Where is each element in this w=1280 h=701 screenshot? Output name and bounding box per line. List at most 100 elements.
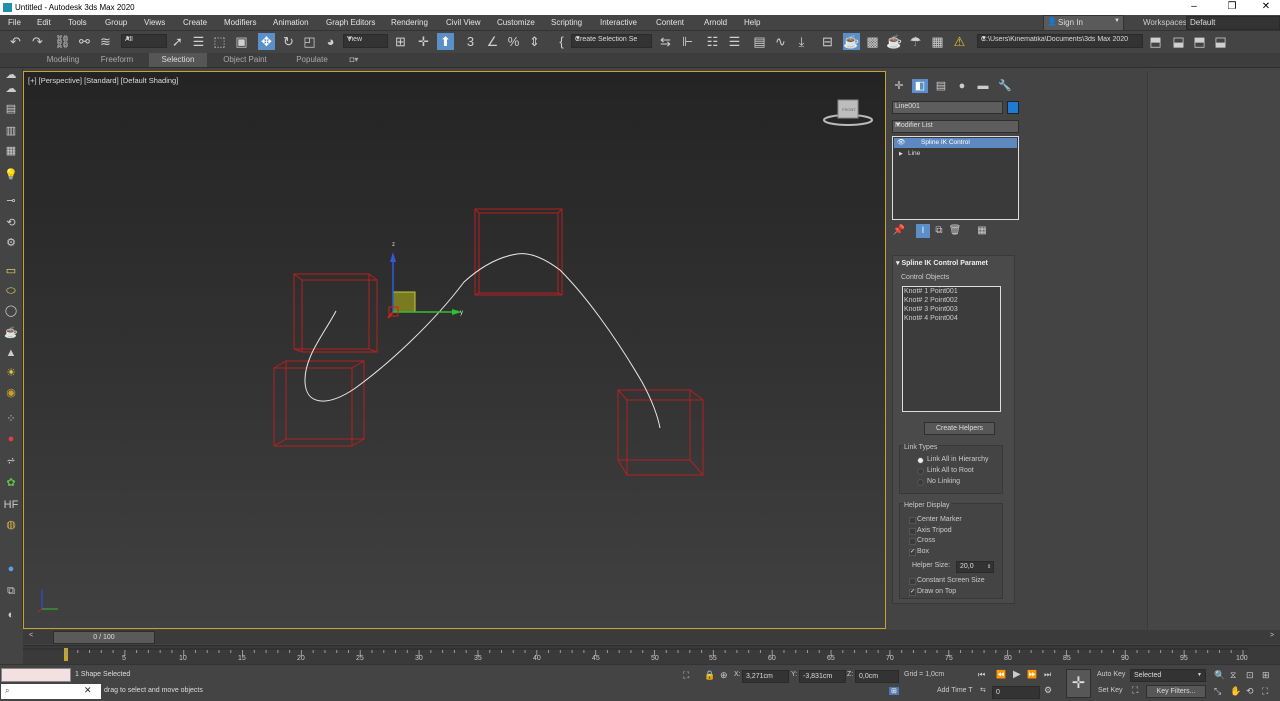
helper-size-spinner[interactable]: 20,0 ⇕ bbox=[956, 561, 994, 573]
cross-label[interactable]: Cross bbox=[917, 537, 935, 544]
create-helpers-button[interactable]: Create Helpers bbox=[924, 422, 995, 435]
torus-primitive-icon[interactable]: ◉ bbox=[3, 386, 19, 400]
globe-icon[interactable]: ◐ bbox=[3, 608, 19, 622]
particles-icon[interactable]: ⁘ bbox=[3, 412, 19, 426]
menu-rendering[interactable]: Rendering bbox=[391, 18, 428, 27]
no-linking-radio[interactable] bbox=[917, 479, 924, 486]
link-icon[interactable]: ⛓ bbox=[54, 33, 71, 50]
pivot-center-icon[interactable]: ⊞ bbox=[392, 33, 409, 50]
modify-tab-icon[interactable]: ◧ bbox=[912, 79, 928, 93]
go-to-end-icon[interactable]: ⏭ bbox=[1044, 670, 1051, 680]
remove-modifier-icon[interactable]: 🗑 bbox=[948, 224, 962, 238]
rectangular-selection-icon[interactable]: ⬚ bbox=[211, 33, 228, 50]
redo-icon[interactable]: ↷ bbox=[29, 33, 46, 50]
tab-selection[interactable]: Selection bbox=[149, 53, 207, 67]
close-button[interactable]: ✕ bbox=[1254, 1, 1278, 12]
selection-lock-icon[interactable]: 🔒 bbox=[704, 670, 715, 681]
snap-icon[interactable]: ⊸ bbox=[3, 194, 19, 208]
link-all-to-root-radio[interactable] bbox=[917, 468, 924, 475]
stack-item-spline-ik-control[interactable]: 👁 Spline IK Control bbox=[894, 138, 1017, 148]
menu-file[interactable]: File bbox=[8, 18, 21, 27]
time-next-icon[interactable]: > bbox=[1270, 632, 1274, 639]
light-icon[interactable]: 💡 bbox=[3, 168, 19, 182]
no-linking-label[interactable]: No Linking bbox=[927, 478, 960, 485]
project-folder-dropdown[interactable]: C:\Users\Kinematika\Documents\3ds Max 20… bbox=[977, 34, 1143, 48]
box-checkbox[interactable]: ✓ bbox=[909, 549, 916, 556]
open-project-icon[interactable]: ⬒ bbox=[1147, 33, 1164, 50]
add-time-tag[interactable]: Add Time T bbox=[937, 687, 973, 694]
curve-editor-icon[interactable]: ∿ bbox=[772, 33, 789, 50]
close-icon[interactable]: ✕ bbox=[84, 685, 92, 696]
percent-snap-icon[interactable]: % bbox=[505, 33, 522, 50]
hf-icon[interactable]: HF bbox=[3, 498, 19, 512]
helper-box-point004[interactable] bbox=[617, 389, 704, 476]
center-marker-label[interactable]: Center Marker bbox=[917, 516, 962, 523]
expand-arrow-icon[interactable]: ▶ bbox=[899, 149, 903, 159]
previous-frame-icon[interactable]: ⏪ bbox=[996, 670, 1006, 679]
warning-icon[interactable]: ⚠ bbox=[951, 33, 968, 50]
transform-icon[interactable]: ⧉ bbox=[3, 584, 19, 598]
configure-modifier-sets-icon[interactable]: ▦ bbox=[975, 224, 989, 238]
current-frame-field[interactable]: 0 bbox=[992, 686, 1040, 699]
isolate-selection-icon[interactable]: ⛶ bbox=[683, 670, 689, 681]
material-icon[interactable]: ◍ bbox=[3, 518, 19, 532]
sphere-primitive-icon[interactable]: ◯ bbox=[3, 304, 19, 318]
link-all-in-hierarchy-label[interactable]: Link All in Hierarchy bbox=[927, 456, 988, 463]
menu-interactive[interactable]: Interactive bbox=[600, 18, 637, 27]
show-end-result-icon[interactable]: ⏽ bbox=[916, 224, 930, 238]
layer-explorer-icon[interactable]: ☰ bbox=[726, 33, 743, 50]
play-icon[interactable]: ▶ bbox=[1013, 669, 1021, 680]
select-by-name-icon[interactable]: ☰ bbox=[190, 33, 207, 50]
sign-in-button[interactable]: 👤 Sign In ▼ bbox=[1043, 15, 1124, 31]
modifier-list-dropdown[interactable]: Modifier List ▼ bbox=[892, 120, 1019, 133]
scene-explorer-toggle-icon[interactable]: ☁ bbox=[3, 68, 19, 82]
unlink-icon[interactable]: ⚯ bbox=[76, 33, 93, 50]
center-marker-checkbox[interactable] bbox=[909, 517, 916, 524]
bind-space-warp-icon[interactable]: ≋ bbox=[97, 33, 114, 50]
time-slider[interactable]: < 0 / 100 > bbox=[23, 630, 1280, 644]
perspective-viewport[interactable]: [+] [Perspective] [Standard] [Default Sh… bbox=[23, 71, 886, 629]
cross-checkbox[interactable] bbox=[909, 538, 916, 545]
menu-tools[interactable]: Tools bbox=[68, 18, 87, 27]
menu-arnold[interactable]: Arnold bbox=[704, 18, 727, 27]
z-coordinate-field[interactable]: 0,0cm bbox=[855, 670, 899, 683]
menu-civil-view[interactable]: Civil View bbox=[446, 18, 481, 27]
hierarchy-tab-icon[interactable]: ▤ bbox=[933, 79, 949, 93]
align-icon[interactable]: ⊩ bbox=[679, 33, 696, 50]
menu-group[interactable]: Group bbox=[105, 18, 127, 27]
time-configuration-icon[interactable]: ⚙ bbox=[1044, 685, 1052, 696]
set-key-large-icon[interactable]: ✛ bbox=[1066, 669, 1091, 698]
menu-scripting[interactable]: Scripting bbox=[551, 18, 582, 27]
compound-icon[interactable]: ● bbox=[3, 432, 19, 446]
cone-primitive-icon[interactable]: ▲ bbox=[3, 346, 19, 360]
edit-named-selection-icon[interactable]: { bbox=[553, 33, 570, 50]
viewcube[interactable]: FRONT bbox=[823, 99, 873, 126]
set-key-button[interactable]: Set Key bbox=[1098, 687, 1123, 694]
set-project-icon[interactable]: ⬒ bbox=[1191, 33, 1208, 50]
bones-icon[interactable]: ⩫ bbox=[3, 454, 19, 468]
stack-item-line[interactable]: ▶ Line bbox=[894, 149, 1017, 159]
menu-create[interactable]: Create bbox=[183, 18, 207, 27]
viewport-layout-icon[interactable]: ▦ bbox=[3, 144, 19, 158]
cloud-icon[interactable]: ☁ bbox=[3, 82, 19, 96]
pan-view-icon[interactable]: ✋ bbox=[1230, 686, 1241, 697]
absolute-mode-icon[interactable]: ⊕ bbox=[720, 670, 728, 681]
select-manipulate-icon[interactable]: ✛ bbox=[415, 33, 432, 50]
menu-graph-editors[interactable]: Graph Editors bbox=[326, 18, 375, 27]
zoom-icon[interactable]: 🔍 bbox=[1214, 670, 1225, 681]
foliage-icon[interactable]: ✿ bbox=[3, 476, 19, 490]
box-primitive-icon[interactable]: ▭ bbox=[3, 264, 19, 278]
cylinder-primitive-icon[interactable]: ⬭ bbox=[3, 284, 19, 298]
orbit-icon[interactable]: ⟲ bbox=[1246, 686, 1254, 697]
helper-box-point002[interactable] bbox=[273, 360, 365, 447]
menu-help[interactable]: Help bbox=[744, 18, 760, 27]
reference-coordinate-dropdown[interactable]: View ▼ bbox=[343, 34, 388, 48]
next-frame-icon[interactable]: ⏩ bbox=[1027, 670, 1037, 679]
select-and-move-icon[interactable]: ✥ bbox=[258, 33, 275, 50]
render-in-cloud-icon[interactable]: ▦ bbox=[929, 33, 946, 50]
ribbon-options-icon[interactable]: ◘▾ bbox=[345, 53, 363, 67]
snaps-toggle-icon[interactable]: 3 bbox=[462, 33, 479, 50]
scene-explorer-icon[interactable]: ☷ bbox=[704, 33, 721, 50]
auto-key-button[interactable]: Auto Key bbox=[1097, 671, 1125, 678]
object-name-field[interactable]: Line001 bbox=[892, 101, 1003, 114]
